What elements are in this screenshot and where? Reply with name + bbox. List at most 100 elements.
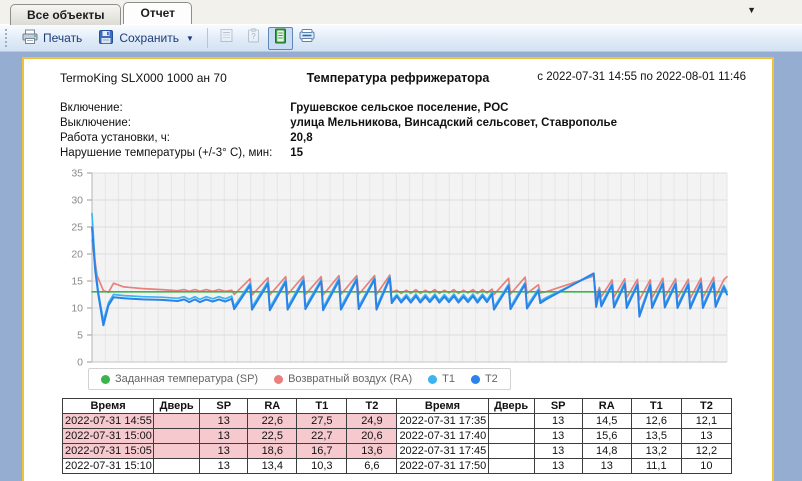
info-value: Грушевское сельское поселение, РОС bbox=[290, 102, 508, 114]
readings-table: ВремяДверьSPRAT1T2ВремяДверьSPRAT1T2 202… bbox=[62, 398, 732, 474]
report-period: с 2022-07-31 14:55 по 2022-08-01 11:46 bbox=[537, 71, 746, 83]
table-cell bbox=[488, 414, 534, 429]
info-label: Работа установки, ч: bbox=[60, 131, 287, 146]
toolbar-grip[interactable] bbox=[5, 29, 9, 47]
legend-dot-icon bbox=[101, 375, 110, 384]
save-button-label: Сохранить bbox=[119, 31, 179, 45]
table-cell: 2022-07-31 15:00 bbox=[63, 429, 154, 444]
table-cell: 22,6 bbox=[248, 414, 297, 429]
legend-dot-icon bbox=[274, 375, 283, 384]
table-cell bbox=[154, 414, 200, 429]
report-header: Температура рефрижератора TermoKing SLX0… bbox=[24, 71, 772, 87]
table-cell: 2022-07-31 14:55 bbox=[63, 414, 154, 429]
svg-text:?: ? bbox=[251, 32, 256, 41]
table-cell: 15,6 bbox=[582, 429, 631, 444]
table-cell bbox=[488, 459, 534, 474]
legend-label: T2 bbox=[485, 373, 498, 385]
view-landscape-button[interactable] bbox=[295, 27, 320, 50]
legend-item[interactable]: T1 bbox=[428, 373, 455, 385]
table-cell: 2022-07-31 17:35 bbox=[397, 414, 488, 429]
tab-strip: Все объекты Отчет ▼ bbox=[0, 0, 802, 24]
legend-item[interactable]: T2 bbox=[471, 373, 498, 385]
toolbar-separator bbox=[207, 28, 208, 48]
table-header-cell: T2 bbox=[347, 399, 397, 414]
y-axis-tick-label: 35 bbox=[71, 168, 83, 180]
table-header-cell: Дверь bbox=[488, 399, 534, 414]
table-cell: 12,2 bbox=[681, 444, 731, 459]
y-axis-tick-label: 20 bbox=[71, 249, 83, 261]
tab-overflow-arrow-icon[interactable]: ▼ bbox=[747, 5, 756, 15]
table-cell: 2022-07-31 15:10 bbox=[63, 459, 154, 474]
toolbar: Печать Сохранить ▼ bbox=[0, 24, 802, 52]
table-row[interactable]: 2022-07-31 15:05 13 18,616,713,62022-07-31… bbox=[63, 444, 732, 459]
save-dropdown-caret-icon[interactable]: ▼ bbox=[186, 34, 194, 43]
table-row[interactable]: 2022-07-31 15:101313,410,36,62022-07-31 … bbox=[63, 459, 732, 474]
table-cell: 10,3 bbox=[297, 459, 347, 474]
report-page: Температура рефрижератора TermoKing SLX0… bbox=[22, 57, 774, 481]
table-header-cell: T1 bbox=[297, 399, 347, 414]
table-header-cell: Время bbox=[63, 399, 154, 414]
legend-label: Заданная температура (SP) bbox=[115, 373, 258, 385]
info-row-off: Выключение: улица Мельникова, Винсадский… bbox=[60, 116, 617, 131]
help-clipboard-icon: ? bbox=[246, 28, 261, 48]
report-info-block: Включение: Грушевское сельское поселение… bbox=[60, 101, 617, 161]
table-cell bbox=[488, 429, 534, 444]
help-button[interactable]: ? bbox=[241, 27, 266, 50]
table-cell: 22,5 bbox=[248, 429, 297, 444]
table-cell: 13 bbox=[200, 414, 248, 429]
legend-item[interactable]: Заданная температура (SP) bbox=[101, 373, 258, 385]
table-header-cell: RA bbox=[248, 399, 297, 414]
table-cell: 16,7 bbox=[297, 444, 347, 459]
table-cell: 13,2 bbox=[631, 444, 681, 459]
table-cell: 13 bbox=[534, 444, 582, 459]
report-settings-button[interactable] bbox=[214, 27, 239, 50]
table-cell: 12,6 bbox=[631, 414, 681, 429]
table-header-cell: RA bbox=[582, 399, 631, 414]
table-cell: 13 bbox=[200, 429, 248, 444]
tab-all-objects[interactable]: Все объекты bbox=[10, 4, 121, 25]
table-cell: 10 bbox=[681, 459, 731, 474]
table-cell: 14,5 bbox=[582, 414, 631, 429]
table-cell: 13 bbox=[200, 459, 248, 474]
info-value: улица Мельникова, Винсадский сельсовет, … bbox=[290, 117, 617, 129]
table-cell: 13,6 bbox=[347, 444, 397, 459]
table-cell: 24,9 bbox=[347, 414, 397, 429]
table-row[interactable]: 2022-07-31 15:001322,522,720,62022-07-31… bbox=[63, 429, 732, 444]
save-floppy-icon bbox=[98, 29, 114, 48]
save-button[interactable]: Сохранить ▼ bbox=[91, 26, 201, 51]
blue-pages-icon bbox=[298, 28, 316, 48]
y-axis-tick-label: 30 bbox=[71, 195, 83, 207]
table-cell: 12,1 bbox=[681, 414, 731, 429]
table-cell: 18,6 bbox=[248, 444, 297, 459]
legend-item[interactable]: Возвратный воздух (RA) bbox=[274, 373, 412, 385]
table-cell: 2022-07-31 15:05 bbox=[63, 444, 154, 459]
info-row-runtime: Работа установки, ч: 20,8 bbox=[60, 131, 617, 146]
table-cell: 13 bbox=[582, 459, 631, 474]
table-header-row: ВремяДверьSPRAT1T2ВремяДверьSPRAT1T2 bbox=[63, 399, 732, 414]
table-cell: 2022-07-31 17:50 bbox=[397, 459, 488, 474]
table-header-cell: Дверь bbox=[154, 399, 200, 414]
temperature-chart: 05101520253035 bbox=[24, 167, 764, 374]
table-cell: 13,5 bbox=[631, 429, 681, 444]
legend-dot-icon bbox=[471, 375, 480, 384]
report-viewer: Температура рефрижератора TermoKing SLX0… bbox=[0, 52, 802, 481]
report-page-icon bbox=[219, 28, 234, 48]
y-axis-tick-label: 25 bbox=[71, 222, 83, 234]
table-header-cell: SP bbox=[534, 399, 582, 414]
table-cell: 2022-07-31 17:45 bbox=[397, 444, 488, 459]
tab-report[interactable]: Отчет bbox=[123, 2, 192, 24]
y-axis-tick-label: 0 bbox=[77, 357, 83, 369]
report-device-name: TermoKing SLX000 1000 ан 70 bbox=[60, 71, 227, 85]
y-axis-tick-label: 15 bbox=[71, 276, 83, 288]
table-row[interactable]: 2022-07-31 14:551322,627,524,92022-07-31… bbox=[63, 414, 732, 429]
legend-label: T1 bbox=[442, 373, 455, 385]
table-cell: 20,6 bbox=[347, 429, 397, 444]
info-row-on: Включение: Грушевское сельское поселение… bbox=[60, 101, 617, 116]
table-cell: 14,8 bbox=[582, 444, 631, 459]
view-portrait-button[interactable] bbox=[268, 27, 293, 50]
table-cell: 13,4 bbox=[248, 459, 297, 474]
table-cell bbox=[154, 459, 200, 474]
print-button[interactable]: Печать bbox=[15, 26, 89, 51]
info-value: 15 bbox=[290, 147, 303, 159]
table-cell: 22,7 bbox=[297, 429, 347, 444]
